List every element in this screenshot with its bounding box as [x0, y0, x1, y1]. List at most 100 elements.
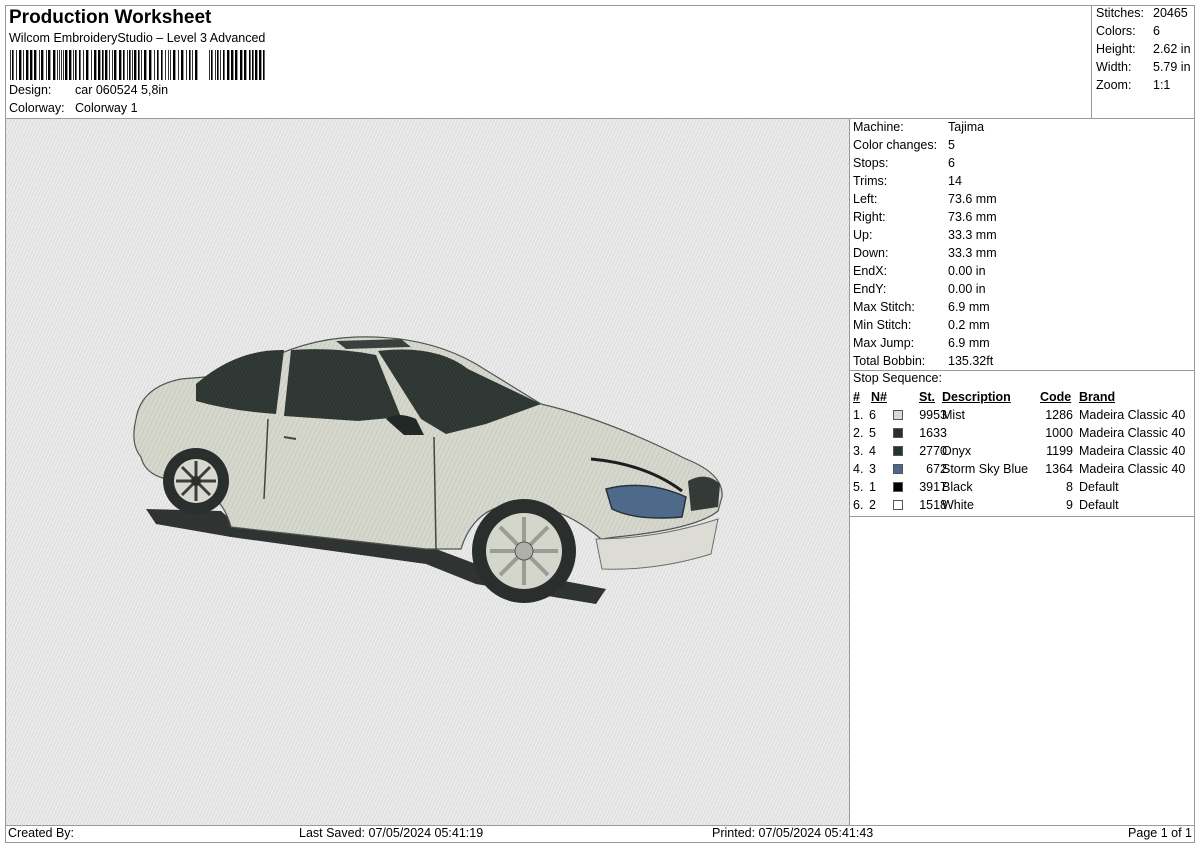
- cell-brand: Default: [1079, 480, 1119, 494]
- colorway-value: Colorway 1: [75, 101, 138, 115]
- software-name: Wilcom EmbroideryStudio – Level 3 Advanc…: [9, 31, 266, 45]
- detail-label: Trims:: [853, 174, 888, 188]
- cell-description: White: [942, 498, 974, 512]
- detail-label: Max Stitch:: [853, 300, 915, 314]
- cell-code: 9: [1066, 498, 1073, 512]
- detail-row: Down: 33.3 mm: [853, 246, 997, 260]
- col-num: #: [853, 390, 860, 404]
- detail-row: Right: 73.6 mm: [853, 210, 997, 224]
- detail-label: Max Jump:: [853, 336, 915, 350]
- cell-num: 1.: [853, 408, 864, 422]
- cell-num: 3.: [853, 444, 864, 458]
- detail-row: Total Bobbin: 135.32ft: [853, 354, 993, 368]
- detail-label: Right:: [853, 210, 886, 224]
- stop-sequence-row: 3. 4 2770 Onyx 1199 Madeira Classic 40: [853, 444, 1193, 462]
- col-brand: Brand: [1079, 390, 1116, 404]
- stat-zoom: Zoom: 1:1: [1096, 78, 1171, 92]
- detail-row: Left: 73.6 mm: [853, 192, 997, 206]
- cell-brand: Madeira Classic 40: [1079, 444, 1186, 458]
- detail-row: Stops: 6: [853, 156, 955, 170]
- colorway-row: Colorway: Colorway 1: [9, 101, 138, 115]
- detail-value: 0.00 in: [948, 282, 986, 296]
- cell-code: 8: [1066, 480, 1073, 494]
- cell-code: 1199: [1046, 444, 1073, 458]
- stop-sequence-row: 1. 6 9953 Mist 1286 Madeira Classic 40: [853, 408, 1193, 426]
- last-saved: Last Saved: 07/05/2024 05:41:19: [299, 826, 484, 840]
- stat-width: Width: 5.79 in: [1096, 60, 1191, 74]
- cell-description: Onyx: [942, 444, 972, 458]
- detail-label: Left:: [853, 192, 878, 206]
- detail-value: 6.9 mm: [948, 300, 990, 314]
- cell-st: 1633: [919, 426, 947, 440]
- thread-color-swatch: [893, 482, 903, 492]
- col-stitches: St.: [919, 390, 935, 404]
- stop-sequence-row: 2. 5 1633 1000 Madeira Classic 40: [853, 426, 1193, 444]
- detail-row: Max Stitch: 6.9 mm: [853, 300, 990, 314]
- detail-row: Max Jump: 6.9 mm: [853, 336, 990, 350]
- cell-num: 2.: [853, 426, 864, 440]
- stat-stitches: Stitches: 20465: [1096, 6, 1188, 20]
- cell-brand: Default: [1079, 498, 1119, 512]
- detail-value: 73.6 mm: [948, 192, 997, 206]
- detail-value: 73.6 mm: [948, 210, 997, 224]
- worksheet-header: Production Worksheet Wilcom EmbroiderySt…: [5, 5, 1092, 118]
- page-number: Page 1 of 1: [1128, 826, 1192, 840]
- col-code: Code: [1040, 390, 1072, 404]
- col-needle: N#: [871, 390, 887, 404]
- cell-n: 5: [869, 426, 876, 440]
- detail-row: Up: 33.3 mm: [853, 228, 997, 242]
- barcode-image: [10, 50, 265, 80]
- stop-sequence-row: 4. 3 672 Storm Sky Blue 1364 Madeira Classic …: [853, 462, 1193, 480]
- thread-color-swatch: [893, 446, 903, 456]
- detail-label: Min Stitch:: [853, 318, 912, 332]
- detail-value: 33.3 mm: [948, 246, 997, 260]
- cell-code: 1000: [1045, 426, 1073, 440]
- detail-row: EndX: 0.00 in: [853, 264, 986, 278]
- detail-label: Down:: [853, 246, 889, 260]
- cell-n: 3: [869, 462, 876, 476]
- car-embroidery-image: [133, 336, 723, 604]
- detail-value: 6.9 mm: [948, 336, 990, 350]
- design-row: Design: car 060524 5,8in: [9, 83, 168, 97]
- detail-value: 0.00 in: [948, 264, 986, 278]
- cell-num: 5.: [853, 480, 864, 494]
- cell-n: 4: [869, 444, 876, 458]
- worksheet-footer: Created By: Last Saved: 07/05/2024 05:41…: [5, 825, 1195, 843]
- detail-label: Total Bobbin:: [853, 354, 926, 368]
- design-preview: [6, 119, 849, 825]
- detail-label: Color changes:: [853, 138, 938, 152]
- cell-description: Mist: [942, 408, 965, 422]
- detail-row: Machine: Tajima: [853, 120, 984, 134]
- detail-label: EndY:: [853, 282, 887, 296]
- detail-label: EndX:: [853, 264, 888, 278]
- detail-value: Tajima: [948, 120, 985, 134]
- detail-label: Up:: [853, 228, 873, 242]
- stat-height: Height: 2.62 in: [1096, 42, 1191, 56]
- detail-value: 33.3 mm: [948, 228, 997, 242]
- detail-value: 0.2 mm: [948, 318, 990, 332]
- design-stats: Stitches: 20465 Colors: 6 Height: 2.62 in W…: [1091, 5, 1196, 118]
- stop-sequence-header: # N# St. Description Code Brand: [853, 390, 1193, 406]
- cell-n: 6: [869, 408, 876, 422]
- detail-row: Trims: 14: [853, 174, 962, 188]
- sequence-divider: [849, 516, 1195, 517]
- detail-label: Machine:: [853, 120, 904, 134]
- stop-sequence-title: Stop Sequence:: [853, 371, 942, 385]
- cell-description: Black: [942, 480, 973, 494]
- cell-brand: Madeira Classic 40: [1079, 462, 1186, 476]
- cell-brand: Madeira Classic 40: [1079, 426, 1186, 440]
- cell-num: 6.: [853, 498, 864, 512]
- cell-code: 1286: [1045, 408, 1073, 422]
- colorway-label: Colorway:: [9, 101, 65, 115]
- design-value: car 060524 5,8in: [75, 83, 169, 97]
- detail-value: 5: [948, 138, 955, 152]
- thread-color-swatch: [893, 500, 903, 510]
- detail-row: EndY: 0.00 in: [853, 282, 986, 296]
- detail-value: 14: [948, 174, 962, 188]
- detail-row: Color changes: 5: [853, 138, 955, 152]
- cell-n: 1: [869, 480, 876, 494]
- cell-n: 2: [869, 498, 876, 512]
- detail-value: 135.32ft: [948, 354, 994, 368]
- worksheet-title: Production Worksheet: [9, 7, 212, 28]
- detail-value: 6: [948, 156, 955, 170]
